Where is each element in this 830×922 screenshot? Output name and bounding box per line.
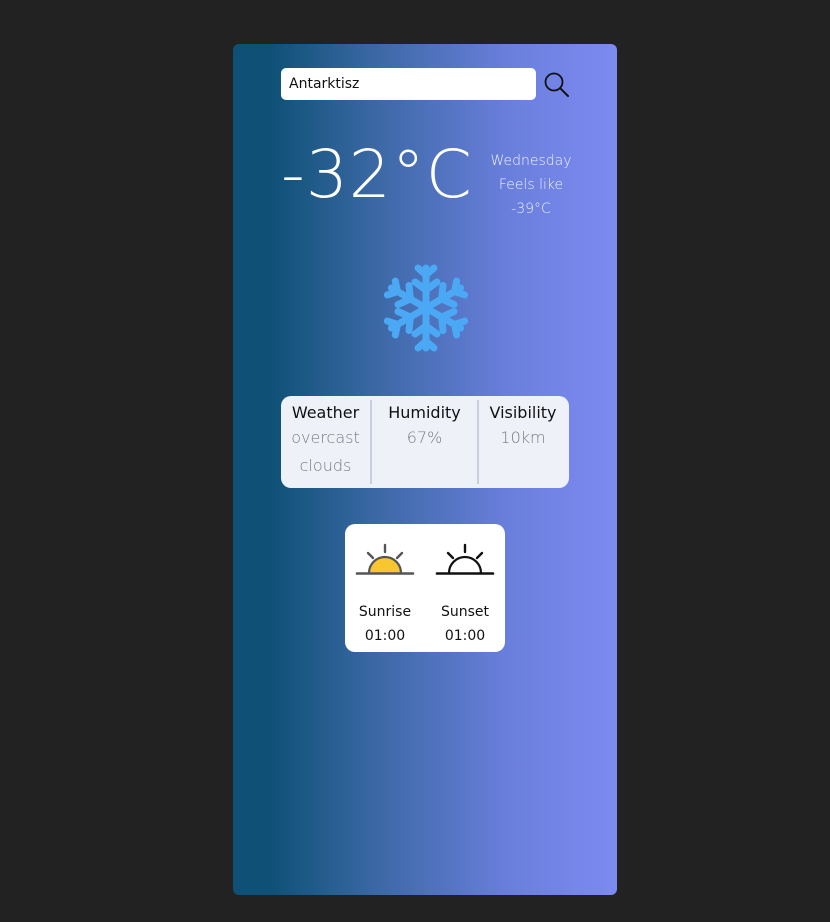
weather-card: -32°C Wednesday Feels like -39°C Weathe — [233, 44, 617, 895]
stat-value: 10km — [500, 428, 546, 447]
sunset-icon — [435, 543, 495, 575]
sunrise-label: Sunrise — [358, 604, 412, 620]
city-search-input[interactable] — [281, 68, 536, 100]
search-icon[interactable] — [542, 70, 572, 100]
sunset-label: Sunset — [440, 604, 490, 620]
side-info: Wednesday Feels like -39°C — [481, 149, 581, 221]
stat-visibility: Visibility 10km — [479, 400, 567, 484]
search-button[interactable] — [542, 70, 572, 100]
stat-weather: Weather overcast clouds — [281, 400, 372, 484]
stats-panel: Weather overcast clouds Humidity 67% Vis… — [281, 396, 569, 488]
feels-like-value: -39°C — [511, 201, 551, 217]
sunrise-block: Sunrise 01:00 — [345, 542, 425, 648]
weather-condition-icon — [381, 258, 471, 358]
sunrise-time: 01:00 — [364, 628, 406, 644]
stat-value: 67% — [406, 428, 443, 447]
feels-like-label: Feels like — [498, 177, 564, 193]
stat-label: Visibility — [489, 403, 557, 422]
snowflake-icon — [381, 264, 471, 358]
stat-label: Weather — [291, 403, 360, 422]
sun-times-card: Sunrise 01:00 Sunset 01:00 — [345, 524, 505, 652]
stat-humidity: Humidity 67% — [372, 400, 479, 484]
sunset-block: Sunset 01:00 — [425, 542, 505, 648]
day-name: Wednesday — [490, 153, 572, 169]
stat-label: Humidity — [388, 403, 461, 422]
current-temperature: -32°C — [281, 136, 473, 213]
sunset-time: 01:00 — [444, 628, 486, 644]
stat-value: overcast clouds — [291, 428, 360, 475]
sunrise-icon — [355, 543, 415, 575]
